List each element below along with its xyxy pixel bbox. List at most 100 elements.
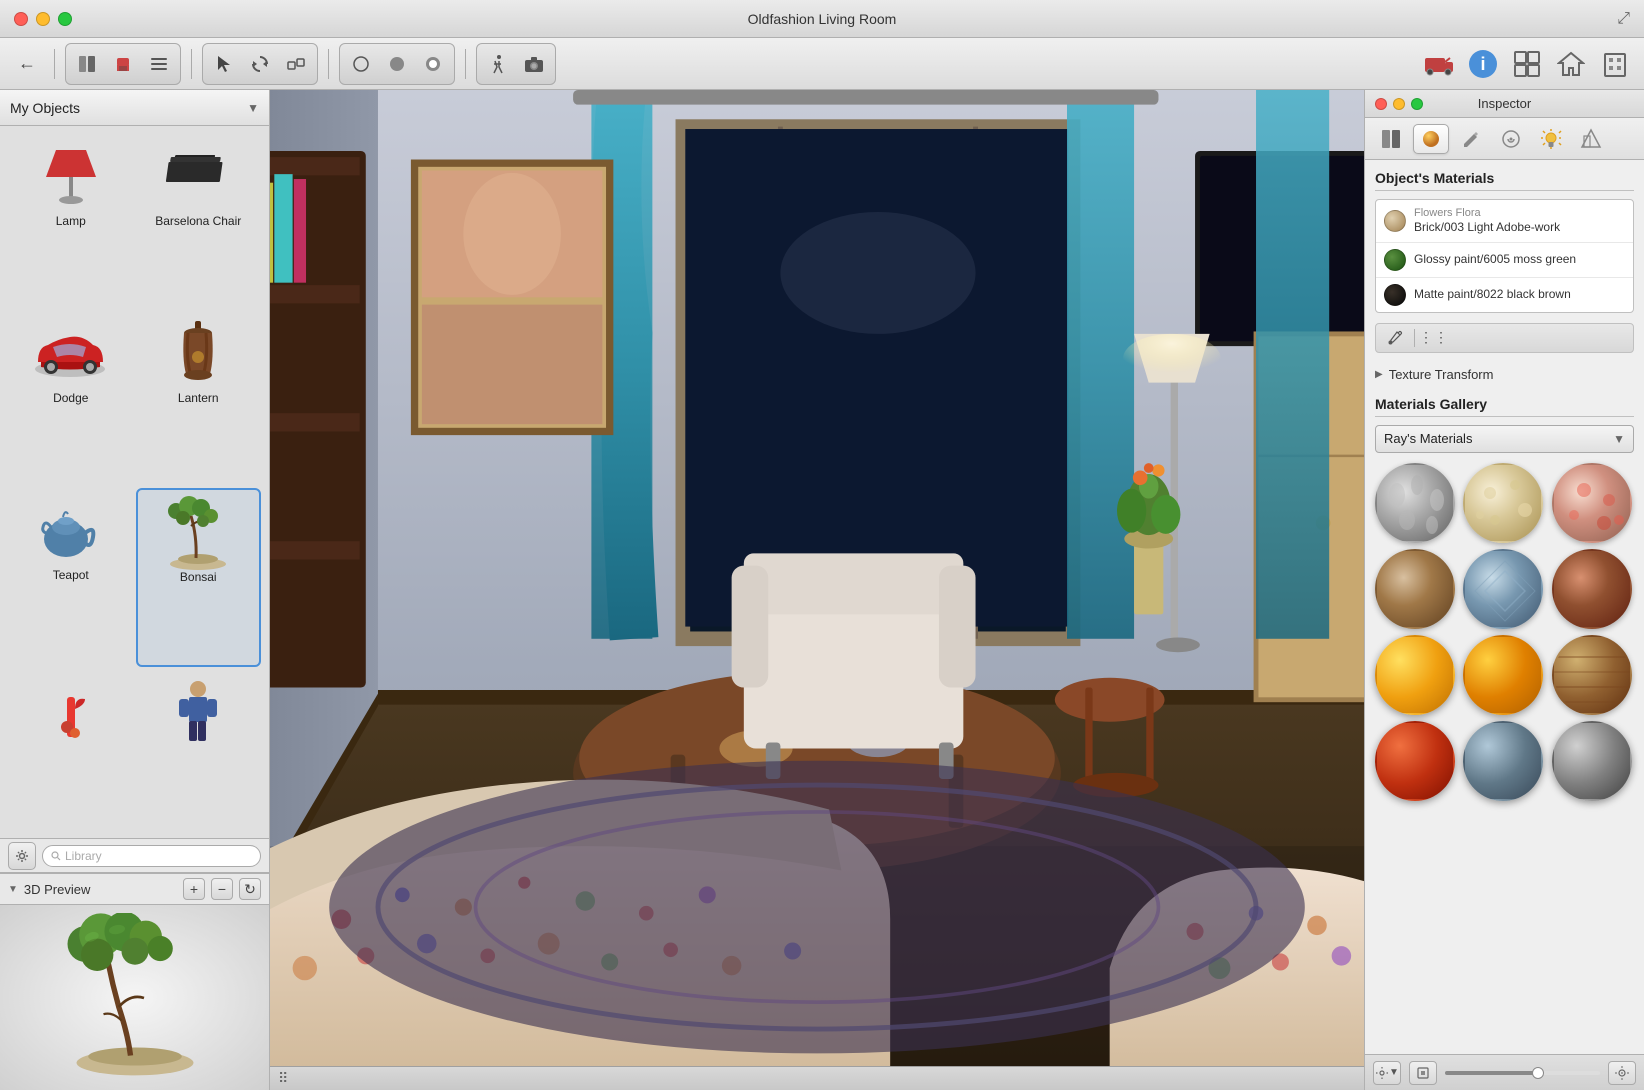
inspector-content: Object's Materials Flowers Flora Brick/0… [1365, 160, 1644, 1054]
camera-tool[interactable] [517, 47, 551, 81]
material-item-glossy[interactable]: Glossy paint/6005 moss green [1376, 243, 1633, 278]
zoom-in-button[interactable]: + [183, 878, 205, 900]
gallery-swatch-dark-gray[interactable] [1552, 721, 1632, 801]
tab-materials[interactable] [1413, 124, 1449, 154]
material-swatch-green [1384, 249, 1406, 271]
objects-materials-title: Object's Materials [1375, 170, 1634, 191]
gallery-swatch-red-floral[interactable] [1552, 463, 1632, 543]
inspector-settings-button[interactable]: ▼ [1373, 1061, 1401, 1085]
close-button[interactable] [14, 12, 28, 26]
materials-gallery-section: Materials Gallery Ray's Materials ▼ [1375, 396, 1634, 801]
gallery-view-button[interactable] [1608, 1061, 1636, 1085]
material-name: Brick/003 Light Adobe-work [1414, 220, 1560, 236]
building-icon[interactable] [1596, 45, 1634, 83]
search-bar: Library [0, 839, 269, 873]
viewport[interactable]: ⠿ [270, 90, 1364, 1090]
objects-dropdown[interactable]: My Objects ▼ [0, 90, 269, 126]
settings-button[interactable] [8, 842, 36, 870]
record-tool[interactable] [416, 47, 450, 81]
object-item-bonsai[interactable]: Bonsai [136, 488, 262, 667]
object-item-lamp[interactable]: Lamp [8, 134, 134, 309]
truck-icon[interactable] [1420, 45, 1458, 83]
refresh-tool[interactable] [243, 47, 277, 81]
refresh-preview-button[interactable]: ↻ [239, 878, 261, 900]
gallery-swatch-blue-gray[interactable] [1463, 721, 1543, 801]
material-item-matte[interactable]: Matte paint/8022 black brown [1376, 278, 1633, 312]
chevron-down-icon: ▼ [247, 101, 259, 115]
objects-dropdown-label: My Objects [10, 100, 80, 116]
zoom-out-button[interactable]: − [211, 878, 233, 900]
object-item-teapot[interactable]: Teapot [8, 488, 134, 667]
view-tools-group [65, 43, 181, 85]
gallery-swatch-blue-diamond[interactable] [1463, 549, 1543, 629]
tab-settings[interactable] [1493, 124, 1529, 154]
texture-transform-toggle[interactable]: ▶ Texture Transform [1375, 363, 1634, 386]
cactus-icon [31, 677, 111, 747]
inspector-bottom-bar: ▼ [1365, 1054, 1644, 1090]
object-item-lantern[interactable]: Lantern [136, 311, 262, 486]
gallery-swatch-gray-floral[interactable] [1375, 463, 1455, 543]
object-item-figure[interactable] [136, 669, 262, 830]
material-item-flowers-flora[interactable]: Flowers Flora Brick/003 Light Adobe-work [1376, 200, 1633, 243]
tab-edit[interactable] [1453, 124, 1489, 154]
gallery-swatch-orange-red[interactable] [1375, 721, 1455, 801]
gallery-swatch-wood[interactable] [1552, 635, 1632, 715]
tab-scene[interactable] [1573, 124, 1609, 154]
back-button[interactable]: ← [10, 47, 44, 81]
object-item-cactus[interactable] [8, 669, 134, 830]
preview-label: 3D Preview [24, 882, 90, 897]
gallery-swatch-yellow-orange[interactable] [1375, 635, 1455, 715]
gallery-add-button[interactable] [1409, 1061, 1437, 1085]
gallery-dropdown[interactable]: Ray's Materials ▼ [1375, 425, 1634, 453]
eyedropper-tool[interactable] [1384, 327, 1406, 349]
gallery-swatch-orange[interactable] [1463, 635, 1543, 715]
collapse-icon: ▼ [8, 884, 18, 895]
object-item-dodge[interactable]: Dodge [8, 311, 134, 486]
gallery-title: Materials Gallery [1375, 396, 1634, 417]
bonsai-icon [158, 498, 238, 568]
inspector-titlebar: Inspector [1365, 90, 1644, 118]
lantern-icon [158, 319, 238, 389]
object-label: Barselona Chair [155, 214, 241, 228]
layout-icon[interactable] [1508, 45, 1546, 83]
inspector-panel: Inspector Object's Material [1364, 90, 1644, 1090]
cursor-tool[interactable] [207, 47, 241, 81]
window-controls [14, 12, 72, 26]
sphere-tool[interactable] [344, 47, 378, 81]
preview-header[interactable]: ▼ 3D Preview + − ↻ [0, 873, 269, 905]
maximize-button[interactable] [58, 12, 72, 26]
resize-handle-icon[interactable]: ⠿ [278, 1070, 286, 1087]
merge-tool[interactable] [279, 47, 313, 81]
chair-icon[interactable] [106, 47, 140, 81]
filled-sphere-tool[interactable] [380, 47, 414, 81]
info-icon[interactable]: i [1464, 45, 1502, 83]
slider-thumb[interactable] [1532, 1067, 1544, 1079]
gallery-swatch-rust-texture[interactable] [1552, 549, 1632, 629]
inspector-maximize-button[interactable] [1411, 98, 1423, 110]
more-options-button[interactable]: ⋮⋮ [1423, 327, 1445, 349]
object-label: Lamp [56, 214, 86, 228]
house-icon[interactable] [1552, 45, 1590, 83]
walk-tool[interactable] [481, 47, 515, 81]
gallery-size-slider[interactable] [1445, 1071, 1600, 1075]
expand-icon[interactable]: ⤢ [1617, 10, 1630, 28]
left-panel: My Objects ▼ Lamp [0, 90, 270, 1090]
preview-section: ▼ 3D Preview + − ↻ [0, 873, 269, 1090]
tab-lighting[interactable] [1533, 124, 1569, 154]
minimize-button[interactable] [36, 12, 50, 26]
list-icon[interactable] [142, 47, 176, 81]
search-input[interactable]: Library [42, 845, 261, 867]
gallery-swatch-cream-floral[interactable] [1463, 463, 1543, 543]
toolbar-right: i [1420, 45, 1634, 83]
book-icon[interactable] [70, 47, 104, 81]
material-name-glossy: Glossy paint/6005 moss green [1414, 252, 1576, 268]
dodge-icon [31, 319, 111, 389]
object-item-chair[interactable]: Barselona Chair [136, 134, 262, 309]
title-bar: Oldfashion Living Room ⤢ [0, 0, 1644, 38]
tab-objects[interactable] [1373, 124, 1409, 154]
gallery-swatch-brown-damask[interactable] [1375, 549, 1455, 629]
inspector-minimize-button[interactable] [1393, 98, 1405, 110]
inspector-close-button[interactable] [1375, 98, 1387, 110]
toolbar-separator [1414, 329, 1415, 347]
texture-transform-label: Texture Transform [1389, 367, 1494, 382]
